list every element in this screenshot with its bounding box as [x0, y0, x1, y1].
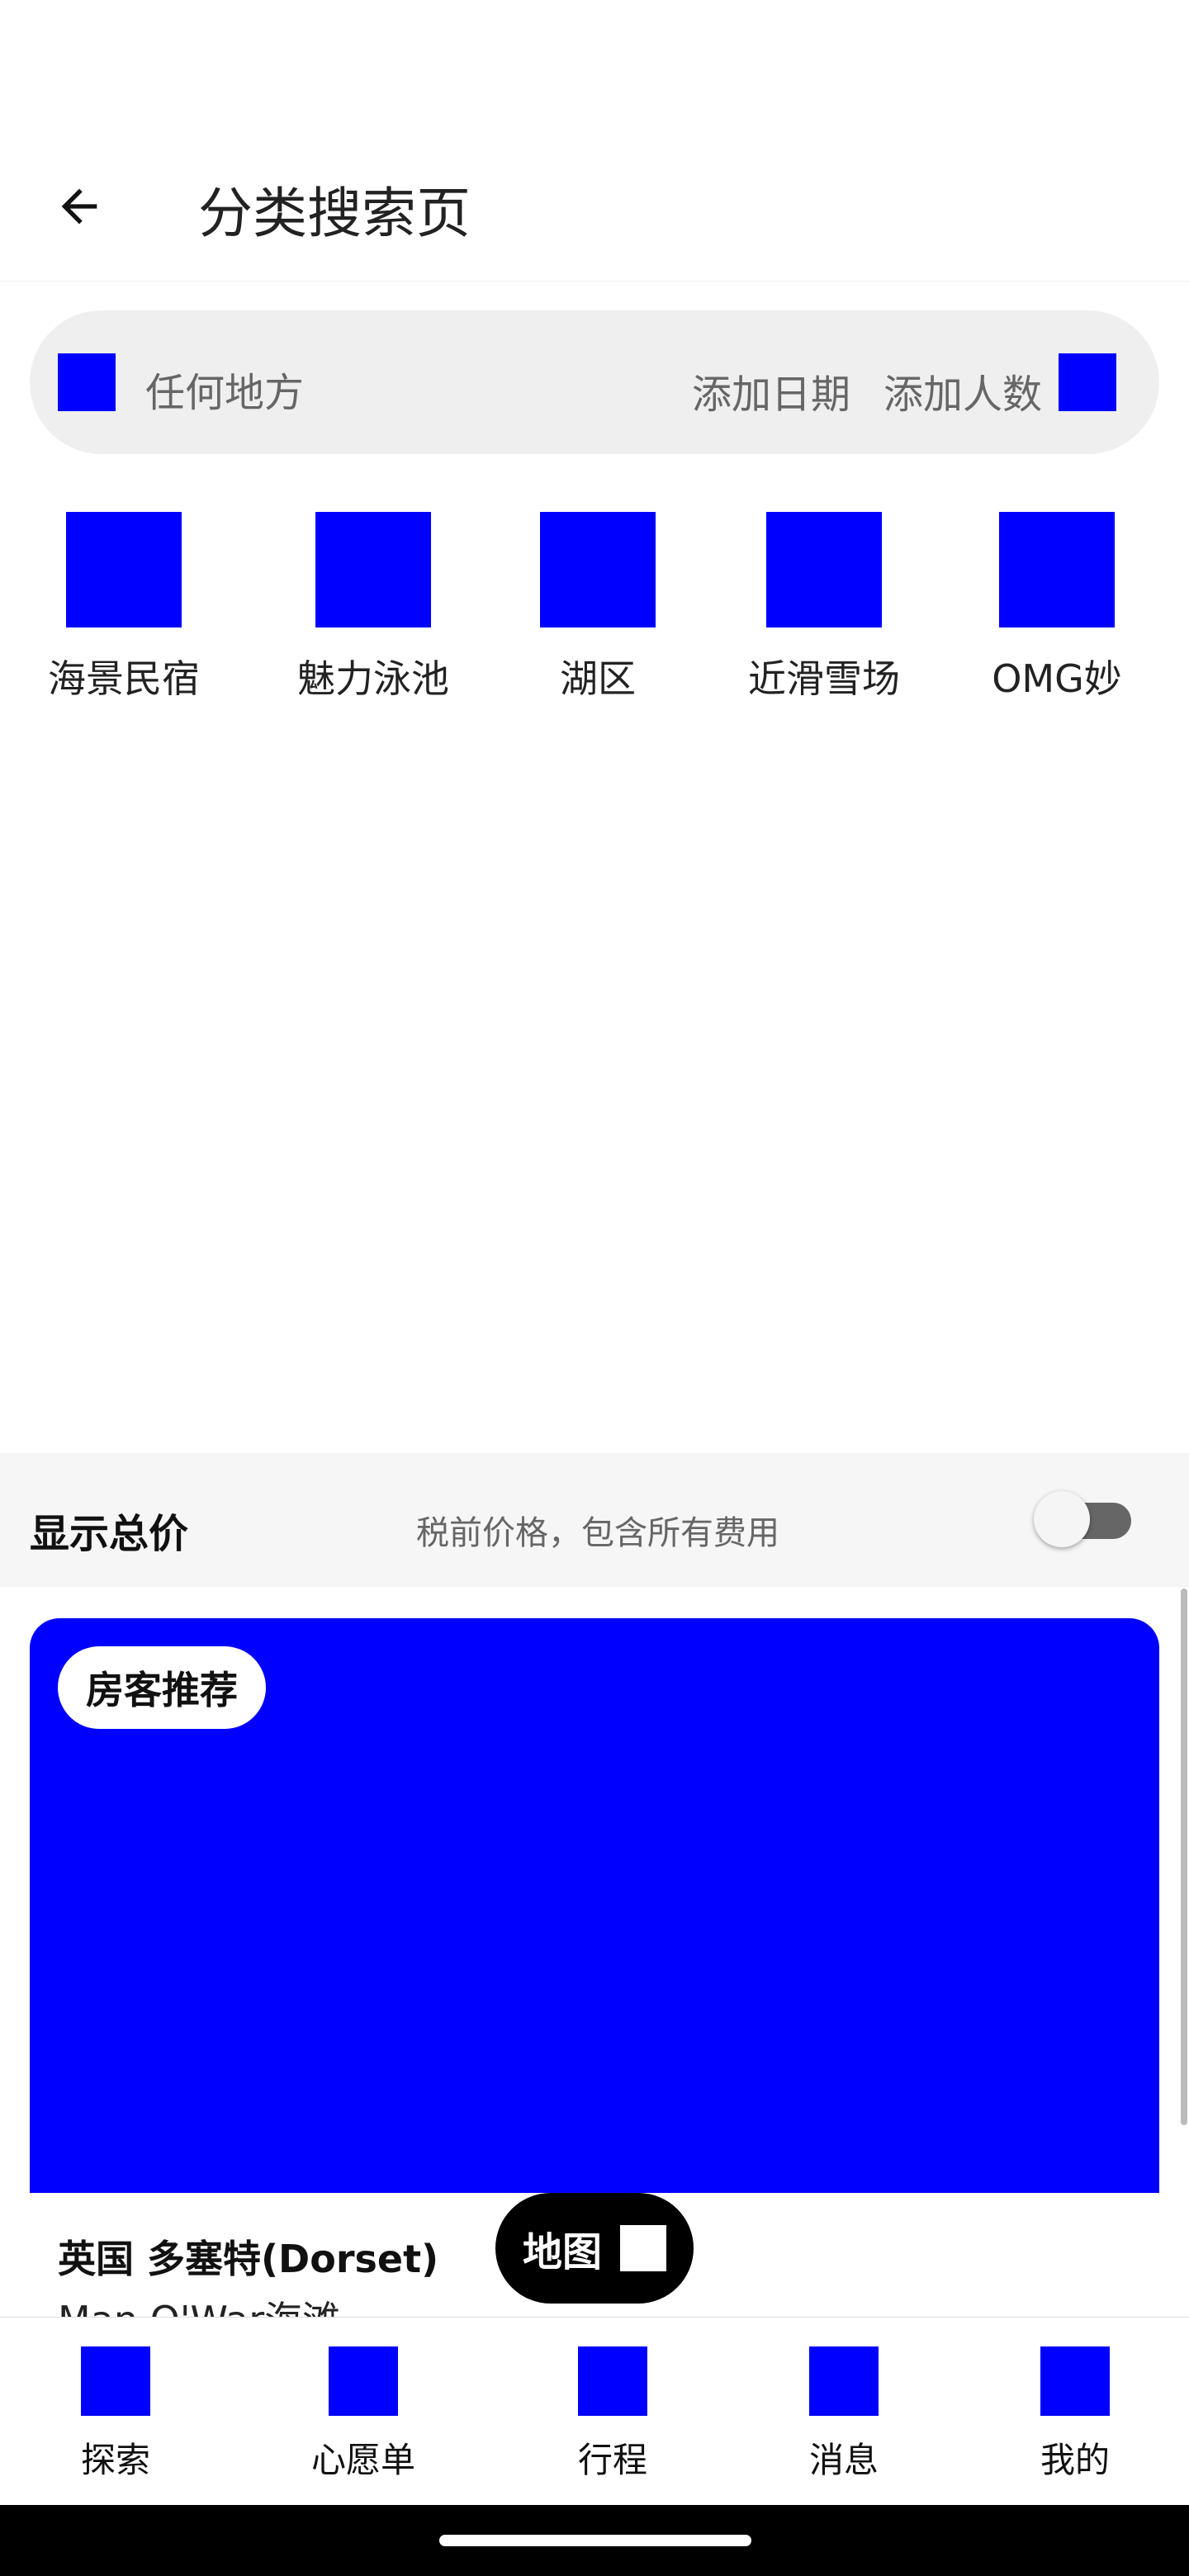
status-bar [0, 0, 1189, 91]
filter-icon[interactable] [1059, 353, 1116, 411]
nav-label: 探索 [80, 2440, 150, 2480]
date-field[interactable]: 添加日期 [692, 362, 850, 419]
category-ski[interactable]: 近滑雪场 [733, 512, 915, 703]
guests-field[interactable]: 添加人数 [883, 362, 1042, 419]
map-icon [620, 2225, 666, 2271]
lake-icon [540, 512, 656, 627]
total-price-subtitle: 税前价格，包含所有费用 [416, 1514, 779, 1552]
nav-messages[interactable]: 消息 [761, 2346, 926, 2483]
total-price-toggle[interactable] [1034, 1491, 1133, 1547]
listing-title[interactable]: 英国 多塞特(Dorset) [58, 2229, 438, 2284]
location-field[interactable]: 任何地方 [145, 360, 304, 418]
category-label: 海景民宿 [48, 656, 200, 701]
ski-icon [766, 512, 882, 627]
nav-label: 我的 [1040, 2440, 1110, 2480]
explore-icon [81, 2346, 150, 2416]
nav-explore[interactable]: 探索 [33, 2346, 198, 2483]
category-omg[interactable]: OMG妙 [966, 512, 1148, 703]
category-label: 湖区 [560, 656, 636, 701]
pool-icon [315, 512, 431, 627]
total-price-title: 显示总价 [30, 1511, 189, 1557]
omg-icon [999, 512, 1115, 627]
search-icon [58, 353, 116, 411]
nav-label: 消息 [808, 2440, 879, 2480]
profile-icon [1040, 2346, 1110, 2416]
nav-profile[interactable]: 我的 [992, 2346, 1158, 2483]
scrollbar[interactable] [1181, 1589, 1187, 2125]
nav-label: 心愿单 [310, 2440, 415, 2480]
messages-icon [809, 2346, 879, 2416]
category-seaview[interactable]: 海景民宿 [33, 512, 215, 703]
map-button-label: 地图 [522, 2229, 602, 2275]
wishlist-icon [329, 2346, 398, 2416]
category-lake[interactable]: 湖区 [507, 512, 689, 703]
guest-favorite-badge: 房客推荐 [58, 1646, 266, 1729]
category-label: 魅力泳池 [297, 656, 449, 701]
nav-wishlist[interactable]: 心愿单 [281, 2346, 446, 2483]
back-arrow-icon[interactable] [46, 173, 112, 239]
toggle-thumb [1034, 1491, 1090, 1547]
trips-icon [578, 2346, 647, 2416]
map-button[interactable]: 地图 [495, 2193, 694, 2304]
nav-trips[interactable]: 行程 [530, 2346, 695, 2483]
nav-label: 行程 [577, 2440, 647, 2480]
category-pool[interactable]: 魅力泳池 [282, 512, 464, 703]
page-title: 分类搜索页 [198, 182, 471, 245]
category-label: OMG妙 [992, 656, 1122, 701]
app-bar [0, 91, 1189, 282]
seaview-icon [66, 512, 182, 627]
home-indicator[interactable] [439, 2535, 751, 2546]
category-label: 近滑雪场 [748, 656, 900, 701]
